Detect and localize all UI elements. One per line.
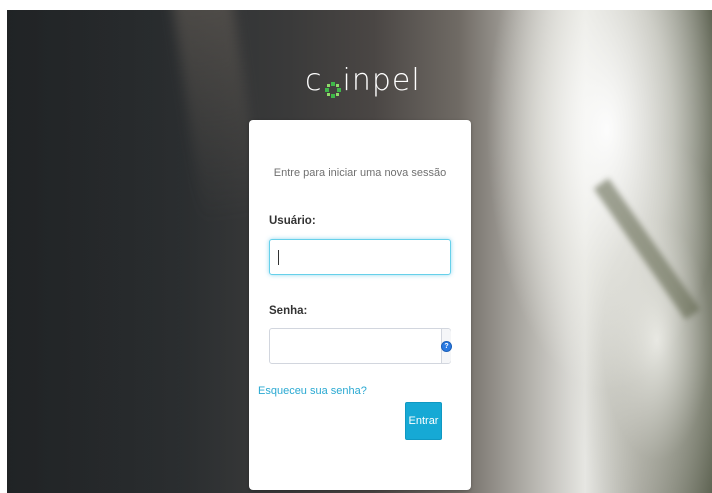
username-input[interactable]: [269, 239, 451, 275]
text-caret: [278, 250, 279, 265]
pinwheel-logo-mark-icon: [324, 72, 342, 98]
question-circle-icon: ?: [442, 341, 451, 351]
login-subtitle: Entre para iniciar uma nova sessão: [273, 167, 447, 179]
login-card: Entre para iniciar uma nova sessão Usuár…: [249, 120, 471, 490]
password-help-addon[interactable]: ?: [441, 329, 451, 363]
password-input[interactable]: [270, 329, 441, 363]
password-label: Senha:: [269, 305, 308, 317]
logo-suffix: inpel: [342, 62, 421, 98]
password-field: ?: [269, 328, 451, 364]
logo-prefix: c: [305, 62, 323, 98]
username-label: Usuário:: [269, 215, 316, 227]
brand-logo: c inpel: [305, 58, 425, 102]
background-leaf: [593, 178, 701, 320]
forgot-password-link[interactable]: Esqueceu sua senha?: [258, 385, 367, 397]
enter-button[interactable]: Entrar: [405, 402, 442, 440]
